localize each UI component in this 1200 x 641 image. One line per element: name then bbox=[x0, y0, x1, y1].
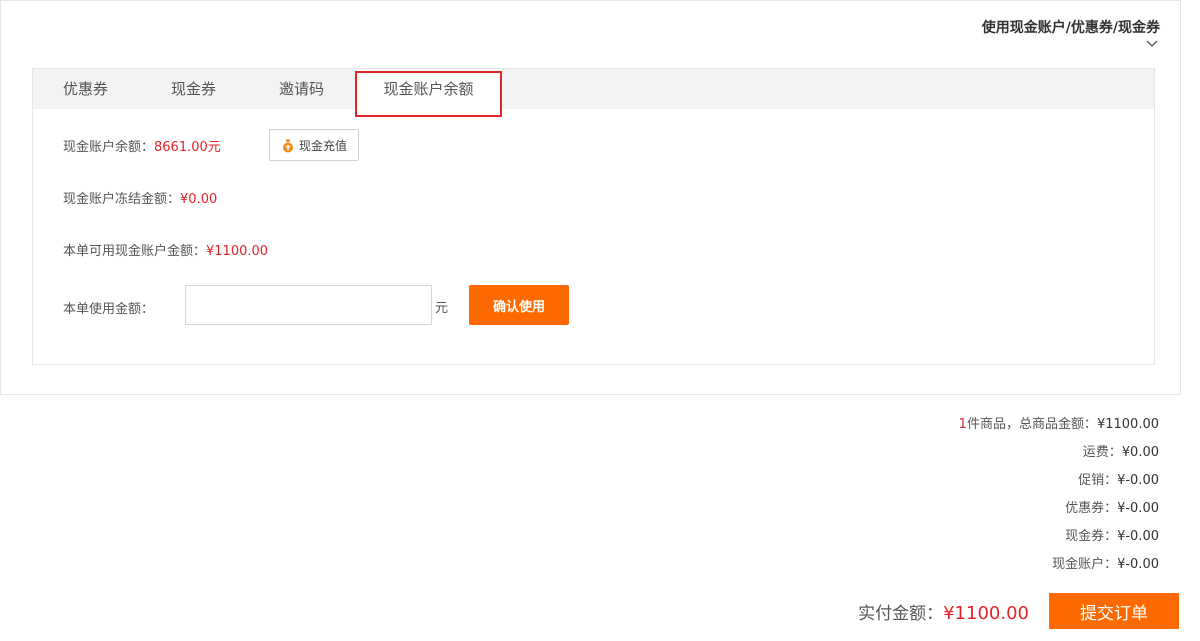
cash-coupon-line: 现金券：¥-0.00 bbox=[959, 527, 1159, 555]
submit-order-button[interactable]: 提交订单 bbox=[1049, 593, 1179, 629]
cash-coupon-value: ¥-0.00 bbox=[1117, 529, 1159, 544]
promo-value: ¥-0.00 bbox=[1117, 473, 1159, 488]
coin-bag-icon bbox=[282, 139, 293, 152]
balance-label: 现金账户余额： bbox=[63, 140, 155, 155]
use-amount-input[interactable] bbox=[185, 285, 432, 325]
coupon-label: 优惠券： bbox=[1065, 501, 1118, 516]
shipping-value: ¥0.00 bbox=[1121, 445, 1159, 460]
promo-line: 促销：¥-0.00 bbox=[959, 471, 1159, 499]
available-row: 本单可用现金账户金额：¥1100.00 bbox=[63, 240, 268, 259]
cash-account-label: 现金账户： bbox=[1052, 557, 1118, 572]
confirm-use-button[interactable]: 确认使用 bbox=[469, 285, 569, 325]
balance-value: 8661.00元 bbox=[154, 140, 221, 155]
use-amount-label: 本单使用金额： bbox=[63, 302, 155, 317]
order-summary: 1件商品，总商品金额：¥1100.00 运费：¥0.00 促销：¥-0.00 优… bbox=[959, 415, 1159, 583]
tab-invite-code[interactable]: 邀请码 bbox=[279, 69, 324, 109]
unit-label: 元 bbox=[435, 301, 449, 316]
cash-account-value: ¥-0.00 bbox=[1117, 557, 1159, 572]
available-value: ¥1100.00 bbox=[206, 244, 269, 259]
items-total-line: 1件商品，总商品金额：¥1100.00 bbox=[959, 415, 1159, 443]
tab-bar: 优惠券 现金券 邀请码 现金账户余额 bbox=[33, 69, 1154, 110]
cash-account-line: 现金账户：¥-0.00 bbox=[959, 555, 1159, 583]
pay-amount: ¥1100.00 bbox=[943, 602, 1029, 624]
item-count: 1 bbox=[958, 417, 967, 432]
frozen-value: ¥0.00 bbox=[180, 192, 218, 207]
pay-row: 实付金额：¥1100.00 提交订单 bbox=[858, 593, 1179, 629]
tab-cash-coupon[interactable]: 现金券 bbox=[171, 69, 216, 109]
chevron-down-icon[interactable] bbox=[1146, 39, 1158, 49]
recharge-button[interactable]: 现金充值 bbox=[269, 129, 359, 161]
items-total-label: 件商品，总商品金额： bbox=[966, 417, 1097, 432]
payment-options-panel: 使用现金账户/优惠券/现金券 优惠券 现金券 邀请码 现金账户余额 现金账户余额… bbox=[0, 0, 1181, 395]
shipping-label: 运费： bbox=[1082, 445, 1122, 460]
panel-title[interactable]: 使用现金账户/优惠券/现金券 bbox=[982, 17, 1160, 37]
pay-label: 实付金额： bbox=[858, 603, 944, 624]
available-label: 本单可用现金账户金额： bbox=[63, 244, 207, 259]
frozen-label: 现金账户冻结金额： bbox=[63, 192, 181, 207]
cash-coupon-label: 现金券： bbox=[1065, 529, 1118, 544]
tab-cash-account-balance[interactable]: 现金账户余额 bbox=[357, 69, 500, 110]
recharge-label: 现金充值 bbox=[298, 138, 347, 153]
tab-coupon[interactable]: 优惠券 bbox=[63, 69, 108, 109]
coupon-value: ¥-0.00 bbox=[1117, 501, 1159, 516]
pay-total: 实付金额：¥1100.00 bbox=[858, 599, 1029, 624]
frozen-row: 现金账户冻结金额：¥0.00 bbox=[63, 188, 217, 207]
coupon-line: 优惠券：¥-0.00 bbox=[959, 499, 1159, 527]
items-total-value: ¥1100.00 bbox=[1096, 417, 1159, 432]
promo-label: 促销： bbox=[1078, 473, 1118, 488]
shipping-line: 运费：¥0.00 bbox=[959, 443, 1159, 471]
balance-row: 现金账户余额：8661.00元 bbox=[63, 136, 221, 155]
tabs-container: 优惠券 现金券 邀请码 现金账户余额 现金账户余额：8661.00元 现金充值 … bbox=[32, 68, 1155, 365]
